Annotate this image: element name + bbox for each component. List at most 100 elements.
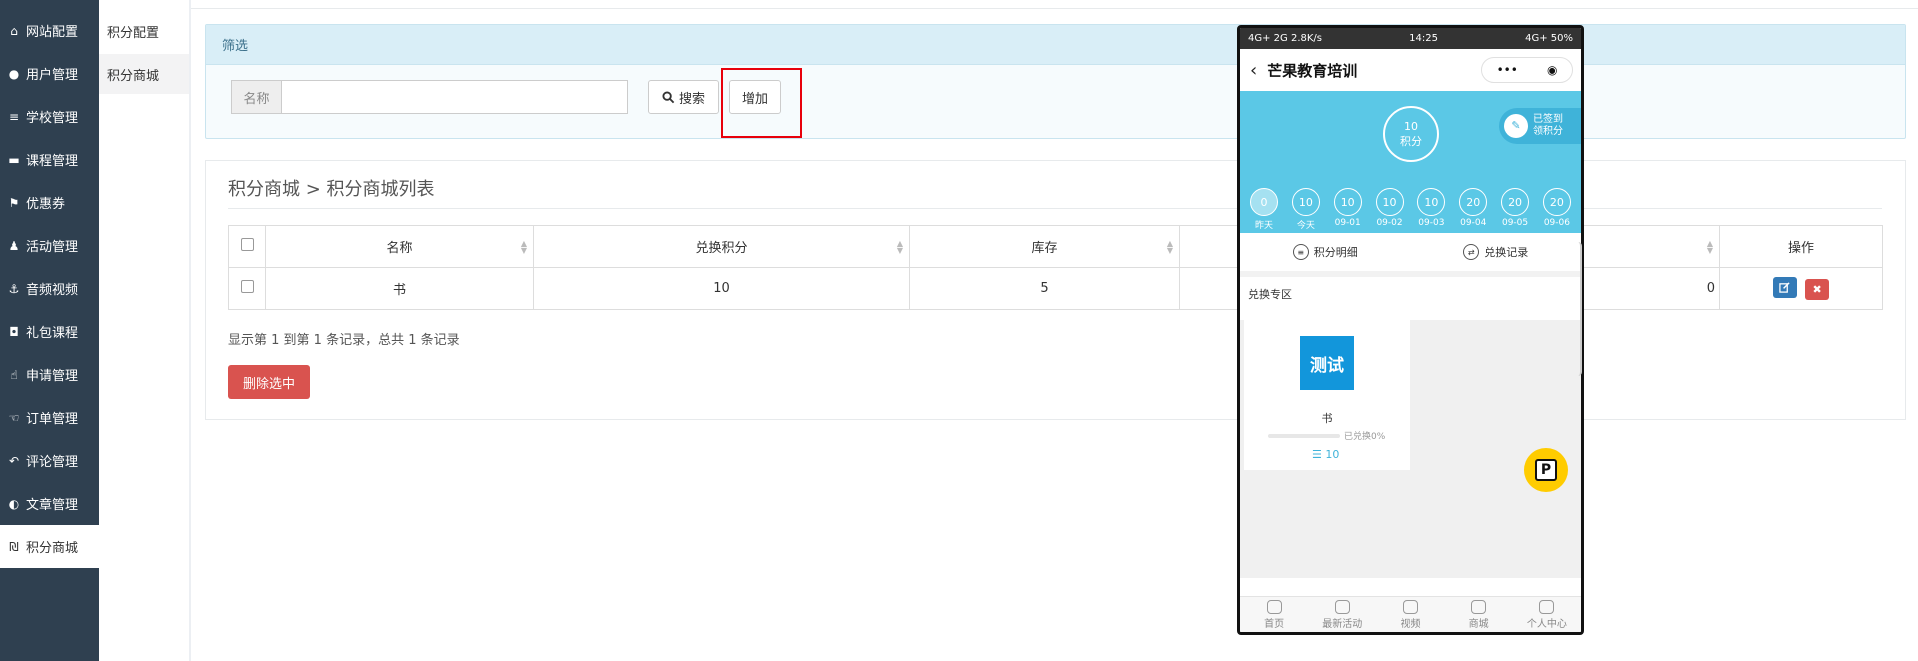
sidebar-item-label: 订单管理 [26,412,79,427]
column-header-actions: 操作 [1719,225,1883,268]
close-target-icon[interactable]: ◉ [1547,63,1557,77]
sidebar-item-articles[interactable]: ◐ 文章管理 [0,482,99,525]
signed-line1: 已签到 [1533,114,1563,125]
mall-icon [1471,599,1487,614]
sidebar-item-site-config[interactable]: ⌂ 网站配置 [0,9,99,52]
more-icon[interactable]: ••• [1497,63,1518,77]
exchange-record-link[interactable]: ⇄ 兑换记录 [1463,244,1528,260]
checkin-day: 10 09-03 [1413,188,1449,231]
sidebar-item-schools[interactable]: ≡ 学校管理 [0,95,99,138]
column-header-points[interactable]: 兑换积分 ▲ ▼ [533,225,910,268]
name-filter-label: 名称 [232,81,282,113]
video-icon [1402,599,1418,614]
sidebar-item-gift-courses[interactable]: ◘ 礼包课程 [0,310,99,353]
status-left: 4G+ 2G 2.8K/s [1248,33,1322,44]
column-header-label: 操作 [1787,241,1814,256]
day-points: 20 [1459,188,1488,216]
tab-label: 商城 [1468,618,1489,630]
signed-in-badge[interactable]: ✎ 已签到 领积分 [1499,108,1581,144]
sidebar-item-label: 课程管理 [26,154,79,169]
exchange-icon: ⇄ [1463,244,1480,260]
checkin-days: 0 昨天 10 今天 10 09-01 10 09-02 10 09-03 20 09-04… [1240,188,1581,231]
list-icon: ≡ [8,109,20,124]
name-filter-input[interactable] [282,81,627,113]
signed-line2: 领积分 [1533,126,1563,137]
exchange-percent: 已兑换0% [1344,432,1386,442]
search-icon [662,90,675,103]
column-header-stock[interactable]: 库存 ▲ ▼ [909,225,1180,268]
day-points: 10 [1375,188,1404,216]
search-button[interactable]: 搜索 [648,80,719,114]
sidebar-item-coupons[interactable]: ⚑ 优惠券 [0,181,99,224]
edit-icon [1779,282,1791,293]
day-label: 09-05 [1501,218,1529,228]
sort-icon: ▲ ▼ [1166,239,1173,255]
checkin-day: 20 09-04 [1455,188,1491,231]
points-detail-link[interactable]: ≡ 积分明细 [1292,244,1358,260]
phone-tab-bar: 首页 最新活动 视频 商城 个人中心 [1240,596,1581,632]
product-card[interactable]: 测试 书 已兑换0% ☰ 10 [1244,320,1410,470]
sidebar-item-label: 网站配置 [26,25,79,40]
parking-icon: P [1535,459,1557,481]
tab-home[interactable]: 首页 [1244,597,1304,632]
checkin-icon: ✎ [1504,114,1528,138]
exchange-record-label: 兑换记录 [1484,246,1529,259]
name-filter-group: 名称 [231,80,628,114]
status-time: 14:25 [1409,33,1438,44]
product-image: 测试 [1300,336,1354,390]
anchor-icon: ⚓ [8,281,20,296]
admin-app: ⌂ 网站配置 ● 用户管理 ≡ 学校管理 ▬ 课程管理 ⚑ 优惠券 ♟ 活动管理 ⚓ 音频视频… [0,0,1918,661]
panel-title: 积分商城 > 积分商城列表 [228,179,435,200]
exchange-zone: 测试 书 已兑换0% ☰ 10 P [1240,320,1581,578]
sidebar-item-users[interactable]: ● 用户管理 [0,52,99,95]
group-icon: ♟ [8,238,20,253]
tab-video[interactable]: 视频 [1380,597,1440,632]
day-label: 09-04 [1460,218,1487,228]
select-all-checkbox[interactable] [240,238,254,251]
sort-icon: ▲ ▼ [896,239,903,255]
tab-profile[interactable]: 个人中心 [1517,597,1577,632]
back-arrow-icon[interactable]: ‹ [1250,60,1257,81]
add-button-highlight [721,68,802,138]
sidebar-item-media[interactable]: ⚓ 音频视频 [0,267,99,310]
list-panel: 积分商城 > 积分商城列表 名称 ▲ ▼ 兑换积分 ▲ ▼ 库存 ▲ ▼ ▲ ▼ 操作 书 1… [205,160,1906,420]
sort-icon: ▲ ▼ [520,239,527,255]
tab-latest-activities[interactable]: 最新活动 [1312,597,1372,632]
sidebar-item-orders[interactable]: ☜ 订单管理 [0,396,99,439]
day-points: 20 [1542,188,1571,216]
sidebar-item-applications[interactable]: ☝ 申请管理 [0,353,99,396]
sidebar-item-activities[interactable]: ♟ 活动管理 [0,224,99,267]
row-name: 书 [265,267,534,310]
sidebar-item-label: 活动管理 [26,240,79,255]
sidebar-item-comments[interactable]: ↶ 评论管理 [0,439,99,482]
pagination-info: 显示第 1 到第 1 条记录，总共 1 条记录 [228,333,460,348]
row-checkbox[interactable] [240,280,254,293]
submenu-item-points-config[interactable]: 积分配置 [99,11,189,51]
delete-button[interactable]: ✖ [1805,279,1830,300]
submenu-item-label: 积分配置 [107,25,160,41]
sidebar-item-points-mall[interactable]: ₪ 积分商城 [0,525,99,568]
tab-mall[interactable]: 商城 [1449,597,1509,632]
hand-pointer-icon: ☝ [10,367,18,382]
day-label: 昨天 [1254,221,1273,231]
phone-scroll-indicator [1578,242,1582,376]
day-label: 09-03 [1418,218,1445,228]
thumbs-up-icon: ☜ [8,410,20,425]
search-button-label: 搜索 [678,91,705,107]
submenu-item-points-mall[interactable]: 积分商城 [99,54,189,94]
column-header-name[interactable]: 名称 ▲ ▼ [265,225,534,268]
edit-button[interactable] [1772,277,1797,298]
phone-status-bar: 4G+ 2G 2.8K/s 14:25 4G+ 50% [1240,28,1581,49]
phone-preview: 4G+ 2G 2.8K/s 14:25 4G+ 50% ‹ 芒果教育培训 •••… [1237,25,1584,635]
delete-selected-button[interactable]: 删除选中 [228,365,310,399]
day-points: 0 [1250,188,1278,216]
product-name: 书 [1321,412,1333,425]
signed-text: 已签到 领积分 [1533,114,1563,138]
row-actions: ✖ [1719,267,1883,310]
profile-icon [1539,599,1555,614]
sidebar-item-label: 优惠券 [26,197,66,212]
parking-fab[interactable]: P [1524,448,1568,492]
day-label: 09-01 [1334,218,1361,228]
sidebar-item-courses[interactable]: ▬ 课程管理 [0,138,99,181]
product-points: ☰ 10 [1312,448,1339,461]
